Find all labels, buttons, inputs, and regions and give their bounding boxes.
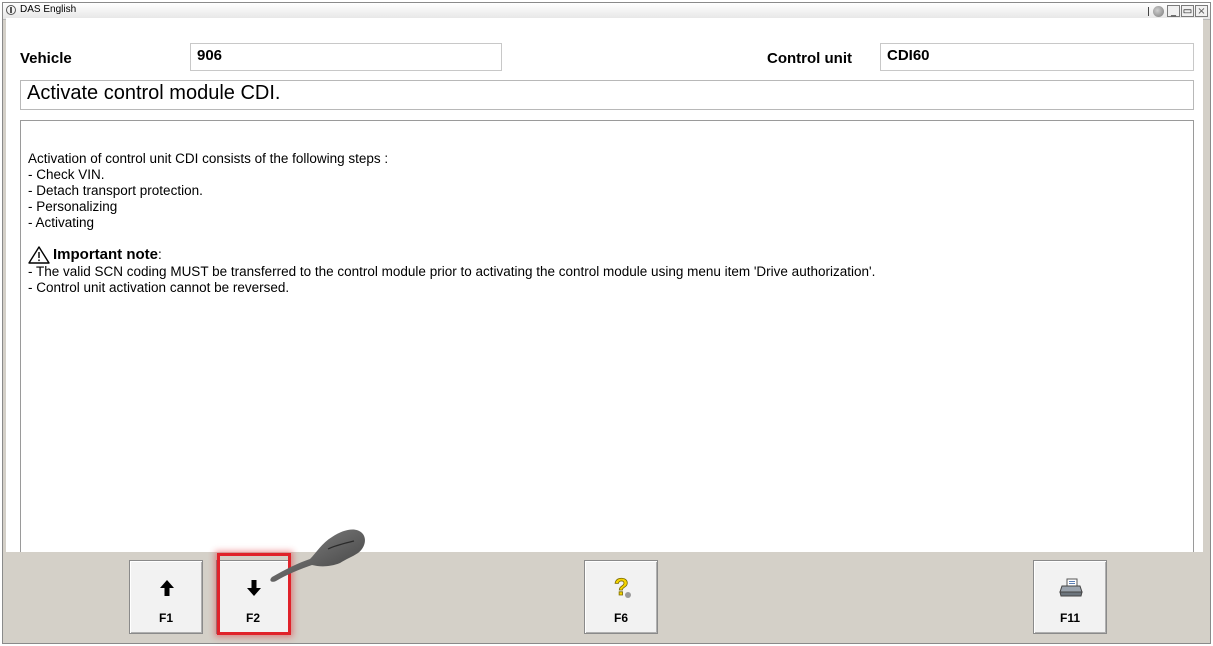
control-unit-label: Control unit bbox=[767, 50, 852, 67]
f11-button[interactable]: F11 bbox=[1033, 560, 1107, 634]
pointing-hand-icon bbox=[270, 529, 365, 582]
f6-label: F6 bbox=[613, 611, 628, 625]
arrow-up-icon bbox=[160, 580, 174, 596]
important-note-heading: Important note : bbox=[28, 246, 875, 264]
separator bbox=[1148, 6, 1149, 16]
note-line: - Control unit activation cannot be reve… bbox=[28, 280, 290, 295]
step-item: - Personalizing bbox=[28, 199, 118, 214]
step-item: - Detach transport protection. bbox=[28, 183, 203, 198]
note-line: - The valid SCN coding MUST be transferr… bbox=[28, 264, 876, 279]
f1-label: F1 bbox=[158, 611, 173, 625]
instructions-text: Activation of control unit CDI consists … bbox=[28, 151, 875, 296]
page-title: Activate control module CDI. bbox=[20, 80, 1194, 110]
step-item: - Check VIN. bbox=[28, 167, 105, 182]
step-item: - Activating bbox=[28, 215, 95, 230]
globe-icon[interactable] bbox=[1153, 5, 1164, 17]
vehicle-label: Vehicle bbox=[20, 50, 72, 67]
important-note-title: Important note bbox=[53, 246, 158, 263]
restore-button[interactable]: ▭ bbox=[1181, 5, 1194, 17]
help-icon: ? bbox=[614, 574, 631, 601]
warning-icon bbox=[28, 246, 50, 264]
content-panel: Activation of control unit CDI consists … bbox=[20, 120, 1194, 552]
window-controls: _ ▭ × bbox=[1148, 4, 1208, 18]
f11-label: F11 bbox=[1059, 611, 1080, 625]
app-logo-icon bbox=[6, 5, 16, 15]
window-title: DAS English bbox=[20, 4, 77, 15]
note-colon: : bbox=[158, 247, 162, 262]
intro-line: Activation of control unit CDI consists … bbox=[28, 151, 389, 166]
printer-icon bbox=[1059, 578, 1083, 597]
f6-button[interactable]: ? F6 bbox=[584, 560, 658, 634]
vehicle-field: 906 bbox=[190, 43, 502, 71]
close-button[interactable]: × bbox=[1195, 5, 1208, 17]
f1-button[interactable]: F1 bbox=[129, 560, 203, 634]
minimize-button[interactable]: _ bbox=[1167, 5, 1180, 17]
control-unit-field: CDI60 bbox=[880, 43, 1194, 71]
